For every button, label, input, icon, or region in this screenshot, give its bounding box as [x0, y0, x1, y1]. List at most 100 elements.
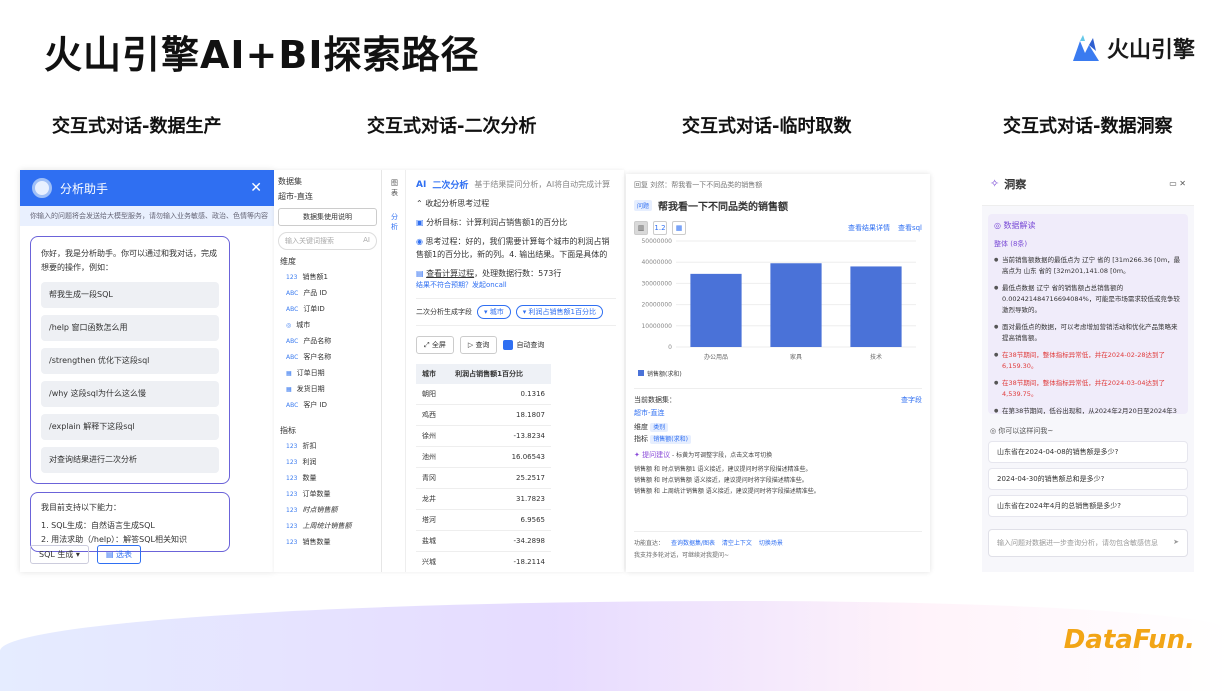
column-header[interactable]: 利润占销售额1百分比: [449, 364, 551, 384]
field-search-placeholder: 输入关键词搜索: [285, 237, 334, 245]
dataset-name[interactable]: 超市-直连: [278, 191, 377, 202]
section-title-data-insight: 交互式对话-数据洞察: [1003, 116, 1173, 137]
command-suggestion[interactable]: /strengthen 优化下这段sql: [41, 348, 219, 374]
select-table-button[interactable]: ▤ 选表: [96, 545, 142, 564]
dimension-field[interactable]: 123 销售额1: [278, 269, 377, 285]
bar[interactable]: [850, 266, 902, 347]
view-sql-link[interactable]: 查看sql: [898, 223, 922, 233]
fullscreen-button[interactable]: ⤢ 全屏: [416, 336, 454, 354]
suggestion-item[interactable]: 销售额 和 上周统计销售额 语义接近，建议提问时将字段描述精准些。: [634, 486, 922, 497]
metric-field[interactable]: 123 折扣: [278, 438, 377, 454]
dimension-row: 维度 类别: [634, 422, 922, 432]
column-header[interactable]: 城市: [416, 364, 450, 384]
field-label: 客户 ID: [303, 401, 327, 409]
field-type-icon: ABC: [286, 402, 299, 409]
tab-table[interactable]: 表: [384, 188, 405, 198]
metric-field[interactable]: 123 订单数量: [278, 486, 377, 502]
y-tick-label: 30000000: [641, 280, 672, 287]
insight-header: ✧ 洞察 ▭ ✕: [982, 162, 1194, 206]
dimension-field[interactable]: ABC 订单ID: [278, 301, 377, 317]
dimension-field[interactable]: ABC 客户名称: [278, 349, 377, 365]
table-row: 朝阳 0.1316: [416, 384, 551, 405]
dimension-field[interactable]: ABC 产品名称: [278, 333, 377, 349]
command-suggestion[interactable]: /explain 解释下这段sql: [41, 414, 219, 440]
suggestion-hint: - 标黄为可调整字段，点击文本可切换: [672, 452, 773, 459]
send-icon[interactable]: ➤: [1173, 538, 1179, 546]
ai-search-icon[interactable]: AI: [363, 236, 370, 244]
metric-field[interactable]: 123 销售数量: [278, 534, 377, 550]
table-cell: 盐城: [416, 530, 450, 552]
y-tick-label: 20000000: [641, 302, 672, 309]
suggested-question[interactable]: 2024-04-30的销售额总和是多少?: [988, 468, 1188, 490]
metric-field[interactable]: 123 利润: [278, 454, 377, 470]
insight-title: 洞察: [1004, 177, 1027, 191]
table-icon[interactable]: ▦: [672, 221, 686, 235]
auto-query-checkbox[interactable]: 自动查询: [503, 340, 544, 350]
tab-chart[interactable]: 图: [384, 178, 405, 188]
dimension-field[interactable]: ◎ 城市: [278, 317, 377, 333]
command-suggestion[interactable]: 对查询结果进行二次分析: [41, 447, 219, 473]
question-tag: 问题: [634, 200, 653, 211]
command-suggestion[interactable]: /help 窗口函数怎么用: [41, 315, 219, 341]
view-detail-link[interactable]: 查看结果详情: [848, 223, 890, 233]
ai-label: AI: [416, 179, 427, 190]
datafun-logo: DataFun.: [1063, 625, 1195, 655]
tab-analysis-2[interactable]: 析: [384, 222, 405, 232]
table-icon: ▤: [105, 550, 114, 559]
field-label: 折扣: [302, 442, 317, 450]
switch-scene-link[interactable]: 切换场景: [759, 540, 783, 547]
number-icon[interactable]: 1.2: [653, 221, 667, 235]
chart-legend: 销售额(求和): [634, 369, 922, 378]
dimension-field[interactable]: ▦ 发货日期: [278, 381, 377, 397]
field-label: 销售数量: [302, 538, 331, 546]
clear-context-link[interactable]: 清空上下文: [722, 540, 752, 547]
overall-group[interactable]: 整体 (8条): [994, 239, 1182, 249]
calendar-icon: ▦: [286, 386, 292, 393]
field-lookup-link[interactable]: 查字段: [901, 395, 922, 405]
chip-ratio-label: 利润占销售额1百分比: [528, 308, 596, 316]
field-label: 销售额1: [302, 273, 328, 281]
chip-city-label: 城市: [489, 308, 504, 316]
analysis-main: AI 二次分析 基于结果提问分析，AI将自动完成计算 ⌃ 收起分析思考过程 ▣ …: [408, 170, 624, 572]
dimension-field[interactable]: ▦ 订单日期: [278, 365, 377, 381]
expand-icon[interactable]: ▭: [1169, 179, 1177, 188]
dimension-field[interactable]: ABC 客户 ID: [278, 397, 377, 413]
view-process-link[interactable]: 查看计算过程: [426, 269, 474, 278]
bar-chart-icon[interactable]: ▥: [634, 221, 648, 235]
insight-panel: ✧ 洞察 ▭ ✕ ◎ 数据解读 整体 (8条) 当前销售额数据的最低点为 辽宁 …: [982, 162, 1194, 572]
close-icon[interactable]: ✕: [250, 180, 262, 196]
insight-query-input[interactable]: 输入问题对数据进一步查询分析，请勿包含敏感信息 ➤: [988, 529, 1188, 557]
suggested-question[interactable]: 山东省在2024年4月的总销售额是多少?: [988, 495, 1188, 517]
think-toggle[interactable]: ⌃ 收起分析思考过程: [416, 197, 616, 210]
dimension-field[interactable]: ABC 产品 ID: [278, 285, 377, 301]
command-suggestion[interactable]: /why 这段sql为什么这么慢: [41, 381, 219, 407]
metric-tag: 销售额(求和): [650, 435, 691, 444]
assistant-footer: SQL 生成 ▾ ▤ 选表: [30, 545, 142, 564]
metric-field[interactable]: 123 数量: [278, 470, 377, 486]
query-dataset-link[interactable]: 查询数据集/图表: [671, 540, 715, 547]
suggested-question[interactable]: 山东省在2024-04-08的销售额是多少?: [988, 441, 1188, 463]
x-tick-label: 办公用品: [704, 353, 728, 361]
chip-ratio[interactable]: ▾ 利润占销售额1百分比: [515, 305, 603, 319]
close-icon[interactable]: ✕: [1179, 179, 1186, 188]
oncall-link[interactable]: 结果不符合预期？发起oncall: [416, 280, 616, 290]
bar[interactable]: [690, 273, 742, 347]
chip-city[interactable]: ▾ 城市: [477, 305, 511, 319]
legend-swatch: [638, 370, 644, 376]
command-suggestion[interactable]: 帮我生成一段SQL: [41, 282, 219, 308]
suggestion-item[interactable]: 销售额 和 时点销售额 语义接近，建议提问时将字段描述精准些。: [634, 475, 922, 486]
query-button[interactable]: ▷ 查询: [459, 336, 498, 354]
dataset-name[interactable]: 超市-直连: [634, 408, 922, 418]
dataset-doc-button[interactable]: 数据集使用说明: [278, 208, 377, 226]
insight-item: 在第38节期间，低谷出现和，从2024年2月20日至2024年3月: [994, 406, 1182, 414]
target-icon: ▣: [416, 218, 424, 227]
suggestion-item[interactable]: 销售额 和 时点销售额1 语义接近，建议提问时将字段描述精准些。: [634, 464, 922, 475]
tab-analysis[interactable]: 分: [384, 212, 405, 222]
table-cell: -18.2114: [449, 551, 551, 572]
mode-select[interactable]: SQL 生成 ▾: [30, 545, 89, 564]
metric-field[interactable]: 123 时点销售额: [278, 502, 377, 518]
bar[interactable]: [770, 263, 822, 347]
field-search-input[interactable]: 输入关键词搜索 AI: [278, 232, 377, 250]
brand-logo: 火山引擎: [1071, 32, 1195, 64]
metric-field[interactable]: 123 上周统计销售额: [278, 518, 377, 534]
